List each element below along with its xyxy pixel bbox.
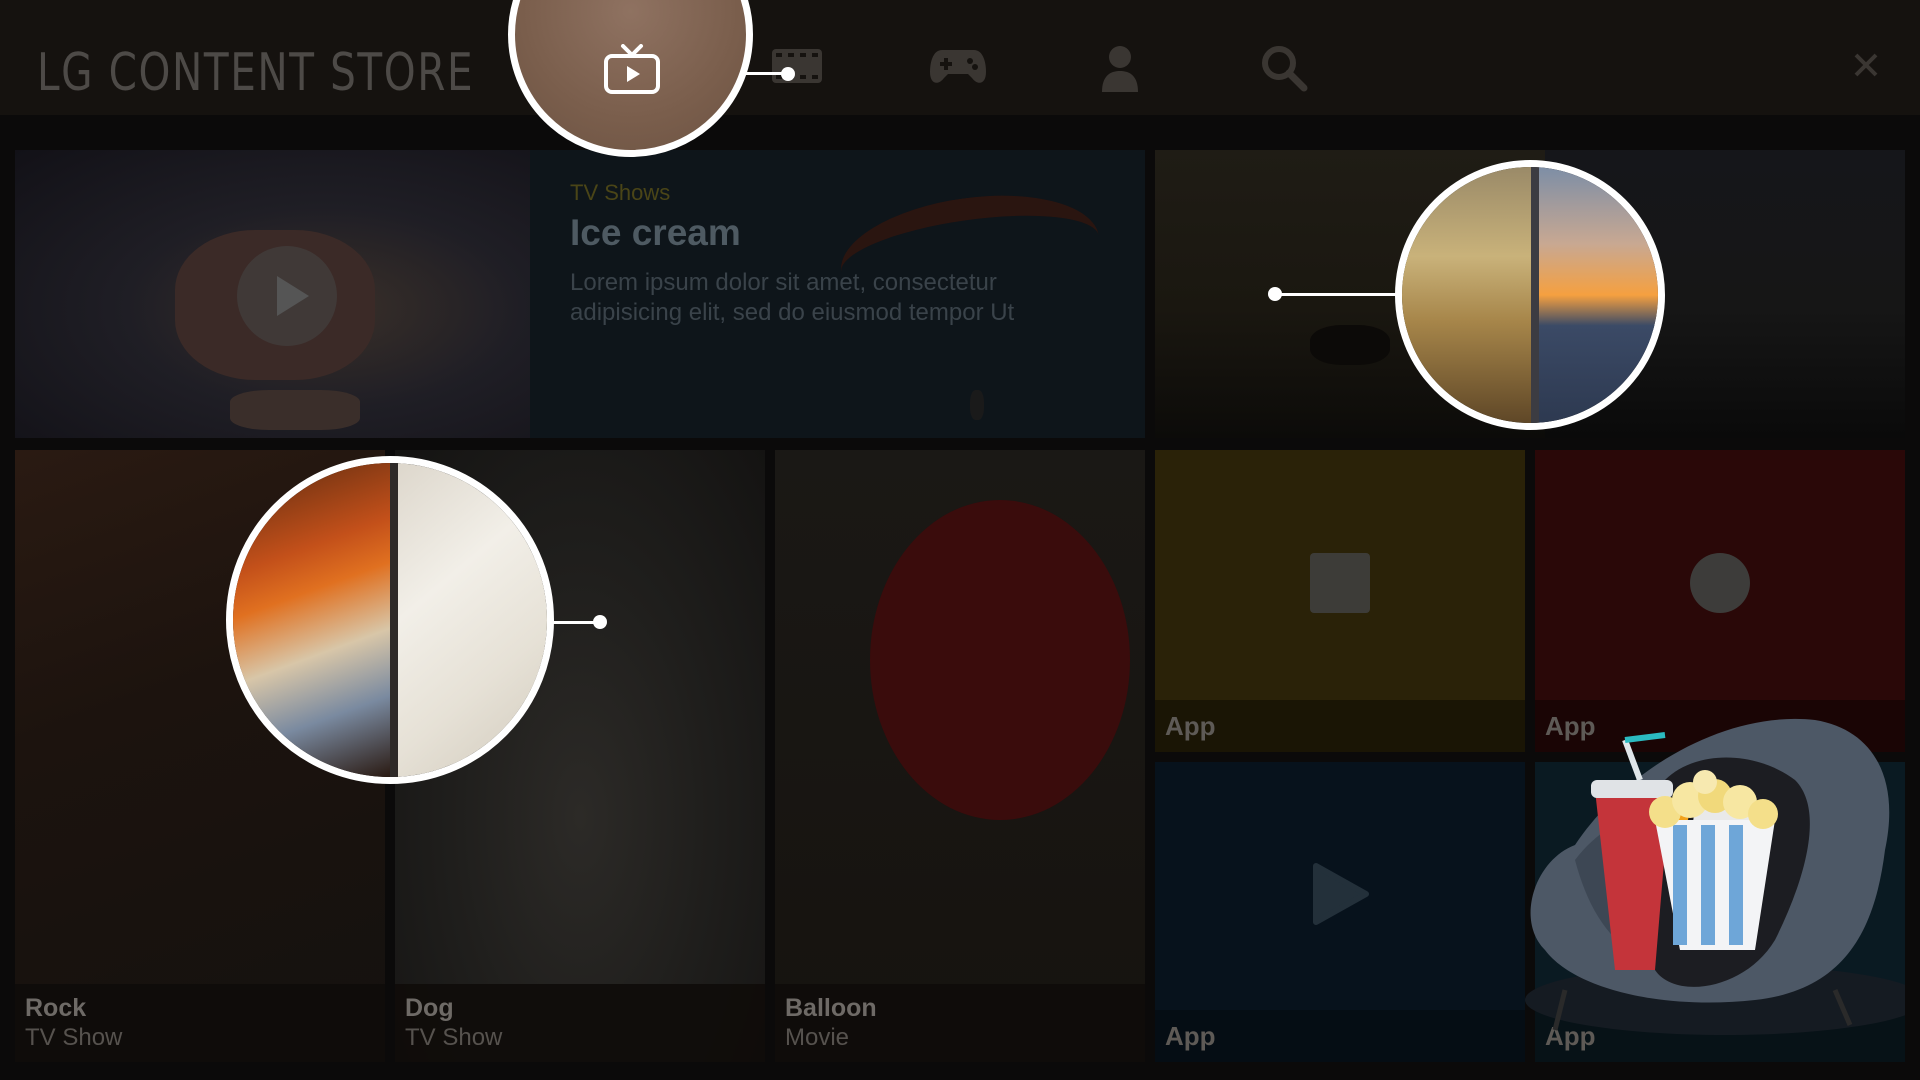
movie-icon[interactable] (770, 45, 824, 87)
app-tile-1[interactable]: App (1155, 450, 1525, 752)
app-label: App (1165, 711, 1216, 741)
media-caption: Dog TV Show (395, 984, 765, 1062)
play-button[interactable] (237, 246, 337, 346)
red-balloon (870, 500, 1130, 820)
landscape-callout-dot (1268, 287, 1282, 301)
tv-icon (604, 44, 660, 94)
hands (230, 390, 360, 430)
user-icon[interactable] (1100, 44, 1140, 92)
square-icon (1310, 553, 1370, 613)
paraglider-pilot (970, 390, 984, 420)
zoom-divider (390, 463, 398, 777)
penguin-with-popcorn-illustration (1525, 718, 1905, 1035)
dog-fur-zoom-image (398, 463, 547, 777)
brand-logo: LG CONTENT STORE (37, 43, 475, 103)
media-subtitle: Movie (785, 1024, 850, 1051)
media-caption: Rock TV Show (15, 984, 385, 1062)
media-tile-balloon[interactable]: Balloon Movie (775, 450, 1145, 1062)
featured-description-line-2: adipisicing elit, sed do eiusmod tempor … (570, 299, 1015, 326)
media-title: Rock (25, 994, 87, 1022)
top-bar: LG CONTENT STORE (0, 0, 1920, 115)
deer-silhouette (1310, 325, 1390, 365)
media-subtitle: TV Show (25, 1024, 123, 1051)
app-tile-3[interactable]: App (1155, 762, 1525, 1062)
close-icon[interactable] (1853, 52, 1885, 84)
app-label: App (1165, 1021, 1216, 1051)
featured-image-tile[interactable] (15, 150, 530, 438)
deer-field-zoom-image (1402, 167, 1531, 423)
media-callout-dot (593, 615, 607, 629)
media-title: Dog (405, 994, 454, 1022)
featured-title: Ice cream (570, 212, 741, 253)
play-icon (1313, 863, 1369, 925)
tv-callout-dot (781, 67, 795, 81)
sunset-zoom-image (1539, 167, 1658, 423)
featured-text-block: TV Shows Ice cream Lorem ipsum dolor sit… (570, 180, 1130, 328)
featured-description-line-1: Lorem ipsum dolor sit amet, consectetur (570, 269, 997, 296)
landscape-callout-line (1275, 293, 1397, 296)
landscape-zoom-callout (1395, 160, 1665, 430)
gamepad-icon[interactable] (928, 46, 988, 88)
zoom-divider (1531, 167, 1539, 423)
circle-icon (1690, 553, 1750, 613)
tv-nav-highlight[interactable] (508, 0, 753, 157)
media-zoom-callout (226, 456, 554, 784)
media-caption: Balloon Movie (775, 984, 1145, 1062)
media-subtitle: TV Show (405, 1024, 503, 1051)
play-icon (277, 276, 309, 316)
featured-description: Lorem ipsum dolor sit amet, consectetur … (570, 268, 1130, 328)
search-icon[interactable] (1260, 44, 1308, 92)
rock-zoom-image (233, 463, 390, 777)
media-title: Balloon (785, 994, 877, 1022)
featured-category: TV Shows (570, 180, 671, 205)
